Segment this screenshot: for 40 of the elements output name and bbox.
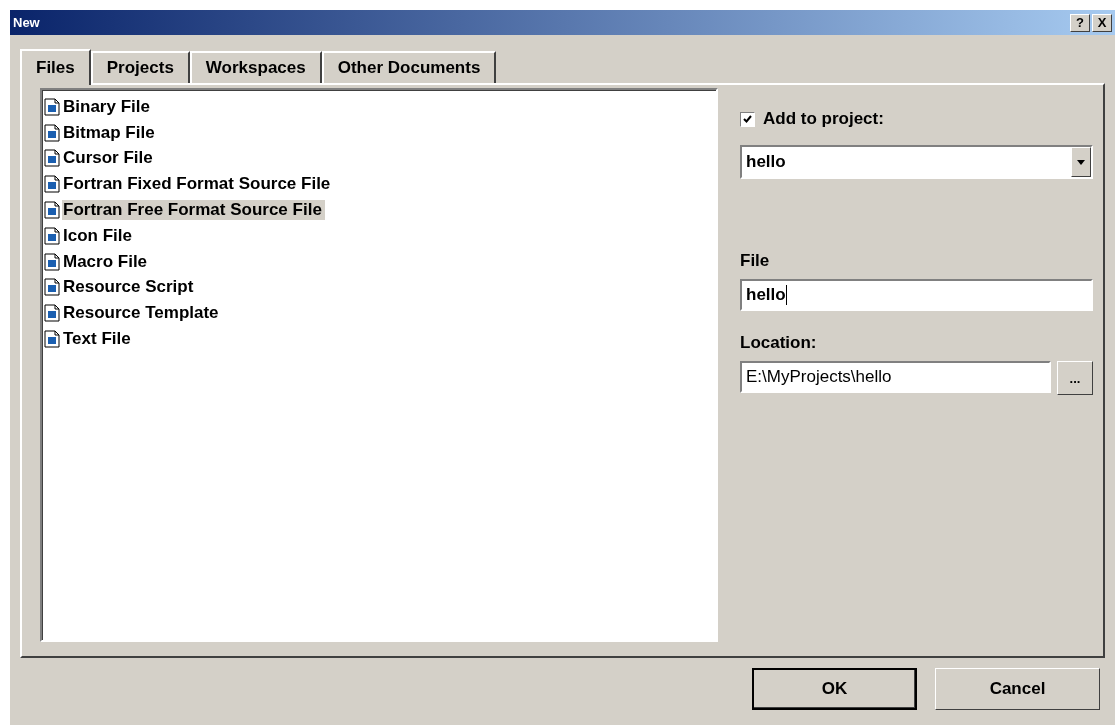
close-button[interactable]: X: [1092, 13, 1112, 32]
list-item[interactable]: Text File: [62, 329, 134, 350]
list-item[interactable]: Bitmap File: [62, 122, 158, 143]
list-item[interactable]: Binary File: [62, 96, 153, 117]
check-icon: [743, 115, 752, 123]
list-item[interactable]: Macro File: [62, 251, 151, 272]
file-icon: [44, 278, 60, 297]
list-item[interactable]: Resource Script: [62, 277, 197, 298]
dialog-button[interactable]: Cancel: [935, 668, 1100, 710]
dropdown-button[interactable]: [1071, 147, 1091, 177]
file-icon: [44, 201, 60, 220]
tab[interactable]: Files: [20, 49, 91, 85]
file-icon: [44, 330, 60, 349]
file-icon: [44, 226, 60, 245]
field-label: Location:: [740, 333, 818, 353]
checkbox[interactable]: [740, 111, 755, 127]
field-label: File: [740, 251, 771, 271]
project-dropdown[interactable]: hello: [740, 145, 1093, 179]
file-icon: [44, 149, 60, 168]
tab[interactable]: Workspaces: [189, 51, 322, 83]
window-title: New: [13, 15, 40, 30]
file-icon: [44, 304, 60, 323]
dialog-button[interactable]: OK: [752, 668, 917, 710]
browse-button[interactable]: ...: [1057, 361, 1093, 395]
tab[interactable]: Projects: [90, 51, 190, 83]
caret-icon: [1077, 159, 1085, 165]
file-icon: [44, 123, 60, 142]
list-item[interactable]: Resource Template: [62, 303, 222, 324]
file-icon: [44, 97, 60, 116]
input-field[interactable]: E:\MyProjects\hello: [740, 361, 1051, 393]
checkbox-label: Add to project:: [763, 109, 884, 129]
list-item[interactable]: Fortran Fixed Format Source File: [62, 174, 334, 195]
list-item[interactable]: Fortran Free Format Source File: [62, 200, 325, 221]
help-button[interactable]: ?: [1070, 13, 1090, 32]
list-item[interactable]: Icon File: [62, 225, 135, 246]
input-field[interactable]: hello: [740, 279, 1093, 311]
tab[interactable]: Other Documents: [321, 51, 497, 83]
file-icon: [44, 175, 60, 194]
file-icon: [44, 252, 60, 271]
list-item[interactable]: Cursor File: [62, 148, 156, 169]
